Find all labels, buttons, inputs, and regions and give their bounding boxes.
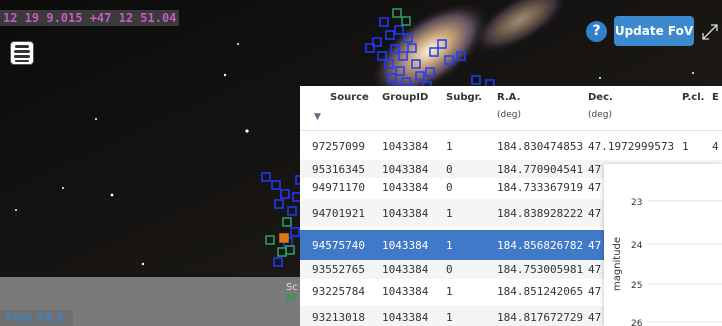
selected-source-marker[interactable] (279, 233, 289, 243)
update-fov-button[interactable]: Update FoV (614, 16, 694, 46)
coordinates-readout: 12 19 9.015 +47 12 51.04 (0, 10, 180, 26)
partial-label-sc: Sc (286, 282, 298, 293)
cell-source: 94575740 (312, 239, 365, 252)
column-header-source[interactable]: Source (330, 92, 369, 103)
column-header-groupid[interactable]: GroupID (382, 92, 428, 103)
cell-subgr: 1 (446, 239, 453, 252)
cell-source: 94971170 (312, 181, 365, 194)
cell-ra: 184.851242065 (497, 285, 583, 298)
cell-group: 1043384 (382, 311, 429, 324)
cell-ra: 184.830474853 (497, 140, 583, 153)
cell-source: 93552765 (312, 263, 365, 276)
cell-group: 1043384 (382, 140, 429, 153)
cell-source: 93225784 (312, 285, 365, 298)
expand-icon[interactable] (701, 23, 719, 41)
cell-subgr: 1 (446, 311, 453, 324)
table-row[interactable]: 97257099 1043384 1 184.830474853 47.19729995… (300, 135, 722, 157)
cell-subgr: 1 (446, 140, 453, 153)
partial-label-m: M (286, 293, 296, 304)
cell-subgr: 0 (446, 163, 453, 176)
column-header-ra[interactable]: R.A. (497, 92, 520, 103)
column-unit-dec: (deg) (588, 110, 612, 120)
cell-subgr: 1 (446, 207, 453, 220)
cell-group: 1043384 (382, 181, 429, 194)
cell-ra: 184.733367919 (497, 181, 583, 194)
cell-source: 93213018 (312, 311, 365, 324)
plot-ylabel: magnitude (612, 237, 623, 291)
cell-subgr: 1 (446, 285, 453, 298)
cell-source: 94701921 (312, 207, 365, 220)
column-header-dec[interactable]: Dec. (588, 92, 613, 103)
table-header: Source ▼ GroupID Subgr. R.A. (deg) Dec. … (300, 86, 722, 131)
column-header-pcl[interactable]: P.cl. (682, 92, 704, 103)
layers-button[interactable] (10, 41, 34, 65)
column-unit-ra: (deg) (497, 110, 521, 120)
plot-tick-label: 26 (631, 319, 643, 326)
cell-group: 1043384 (382, 207, 429, 220)
cell-group: 1043384 (382, 239, 429, 252)
cell-ra: 184.770904541 (497, 163, 583, 176)
fov-label: FoV: 24.1' (0, 310, 74, 326)
cell-dec: 47.1972999573 (588, 140, 675, 153)
cell-group: 1043384 (382, 285, 429, 298)
cell-source: 97257099 (312, 140, 365, 153)
magnitude-plot[interactable]: magnitude 23 24 25 26 (604, 164, 722, 326)
column-header-e[interactable]: E (712, 92, 719, 103)
sort-indicator-icon[interactable]: ▼ (314, 112, 321, 122)
cell-subgr: 0 (446, 181, 453, 194)
cell-group: 1043384 (382, 163, 429, 176)
cell-pcl: 1 (682, 140, 689, 153)
plot-tick-label: 24 (631, 241, 643, 251)
cell-ra: 184.856826782 (497, 239, 583, 252)
layers-icon (14, 45, 30, 62)
cell-group: 1043384 (382, 263, 429, 276)
plot-tick-label: 25 (631, 281, 642, 291)
help-button[interactable]: ? (586, 21, 607, 42)
cell-ra: 184.753005981 (497, 263, 583, 276)
cell-source: 95316345 (312, 163, 365, 176)
cell-subgr: 0 (446, 263, 453, 276)
column-header-subgr[interactable]: Subgr. (446, 92, 482, 103)
cell-ra: 184.817672729 (497, 311, 583, 324)
plot-tick-label: 23 (631, 198, 642, 208)
cell-e: 4 (712, 140, 719, 153)
cell-ra: 184.838928222 (497, 207, 583, 220)
